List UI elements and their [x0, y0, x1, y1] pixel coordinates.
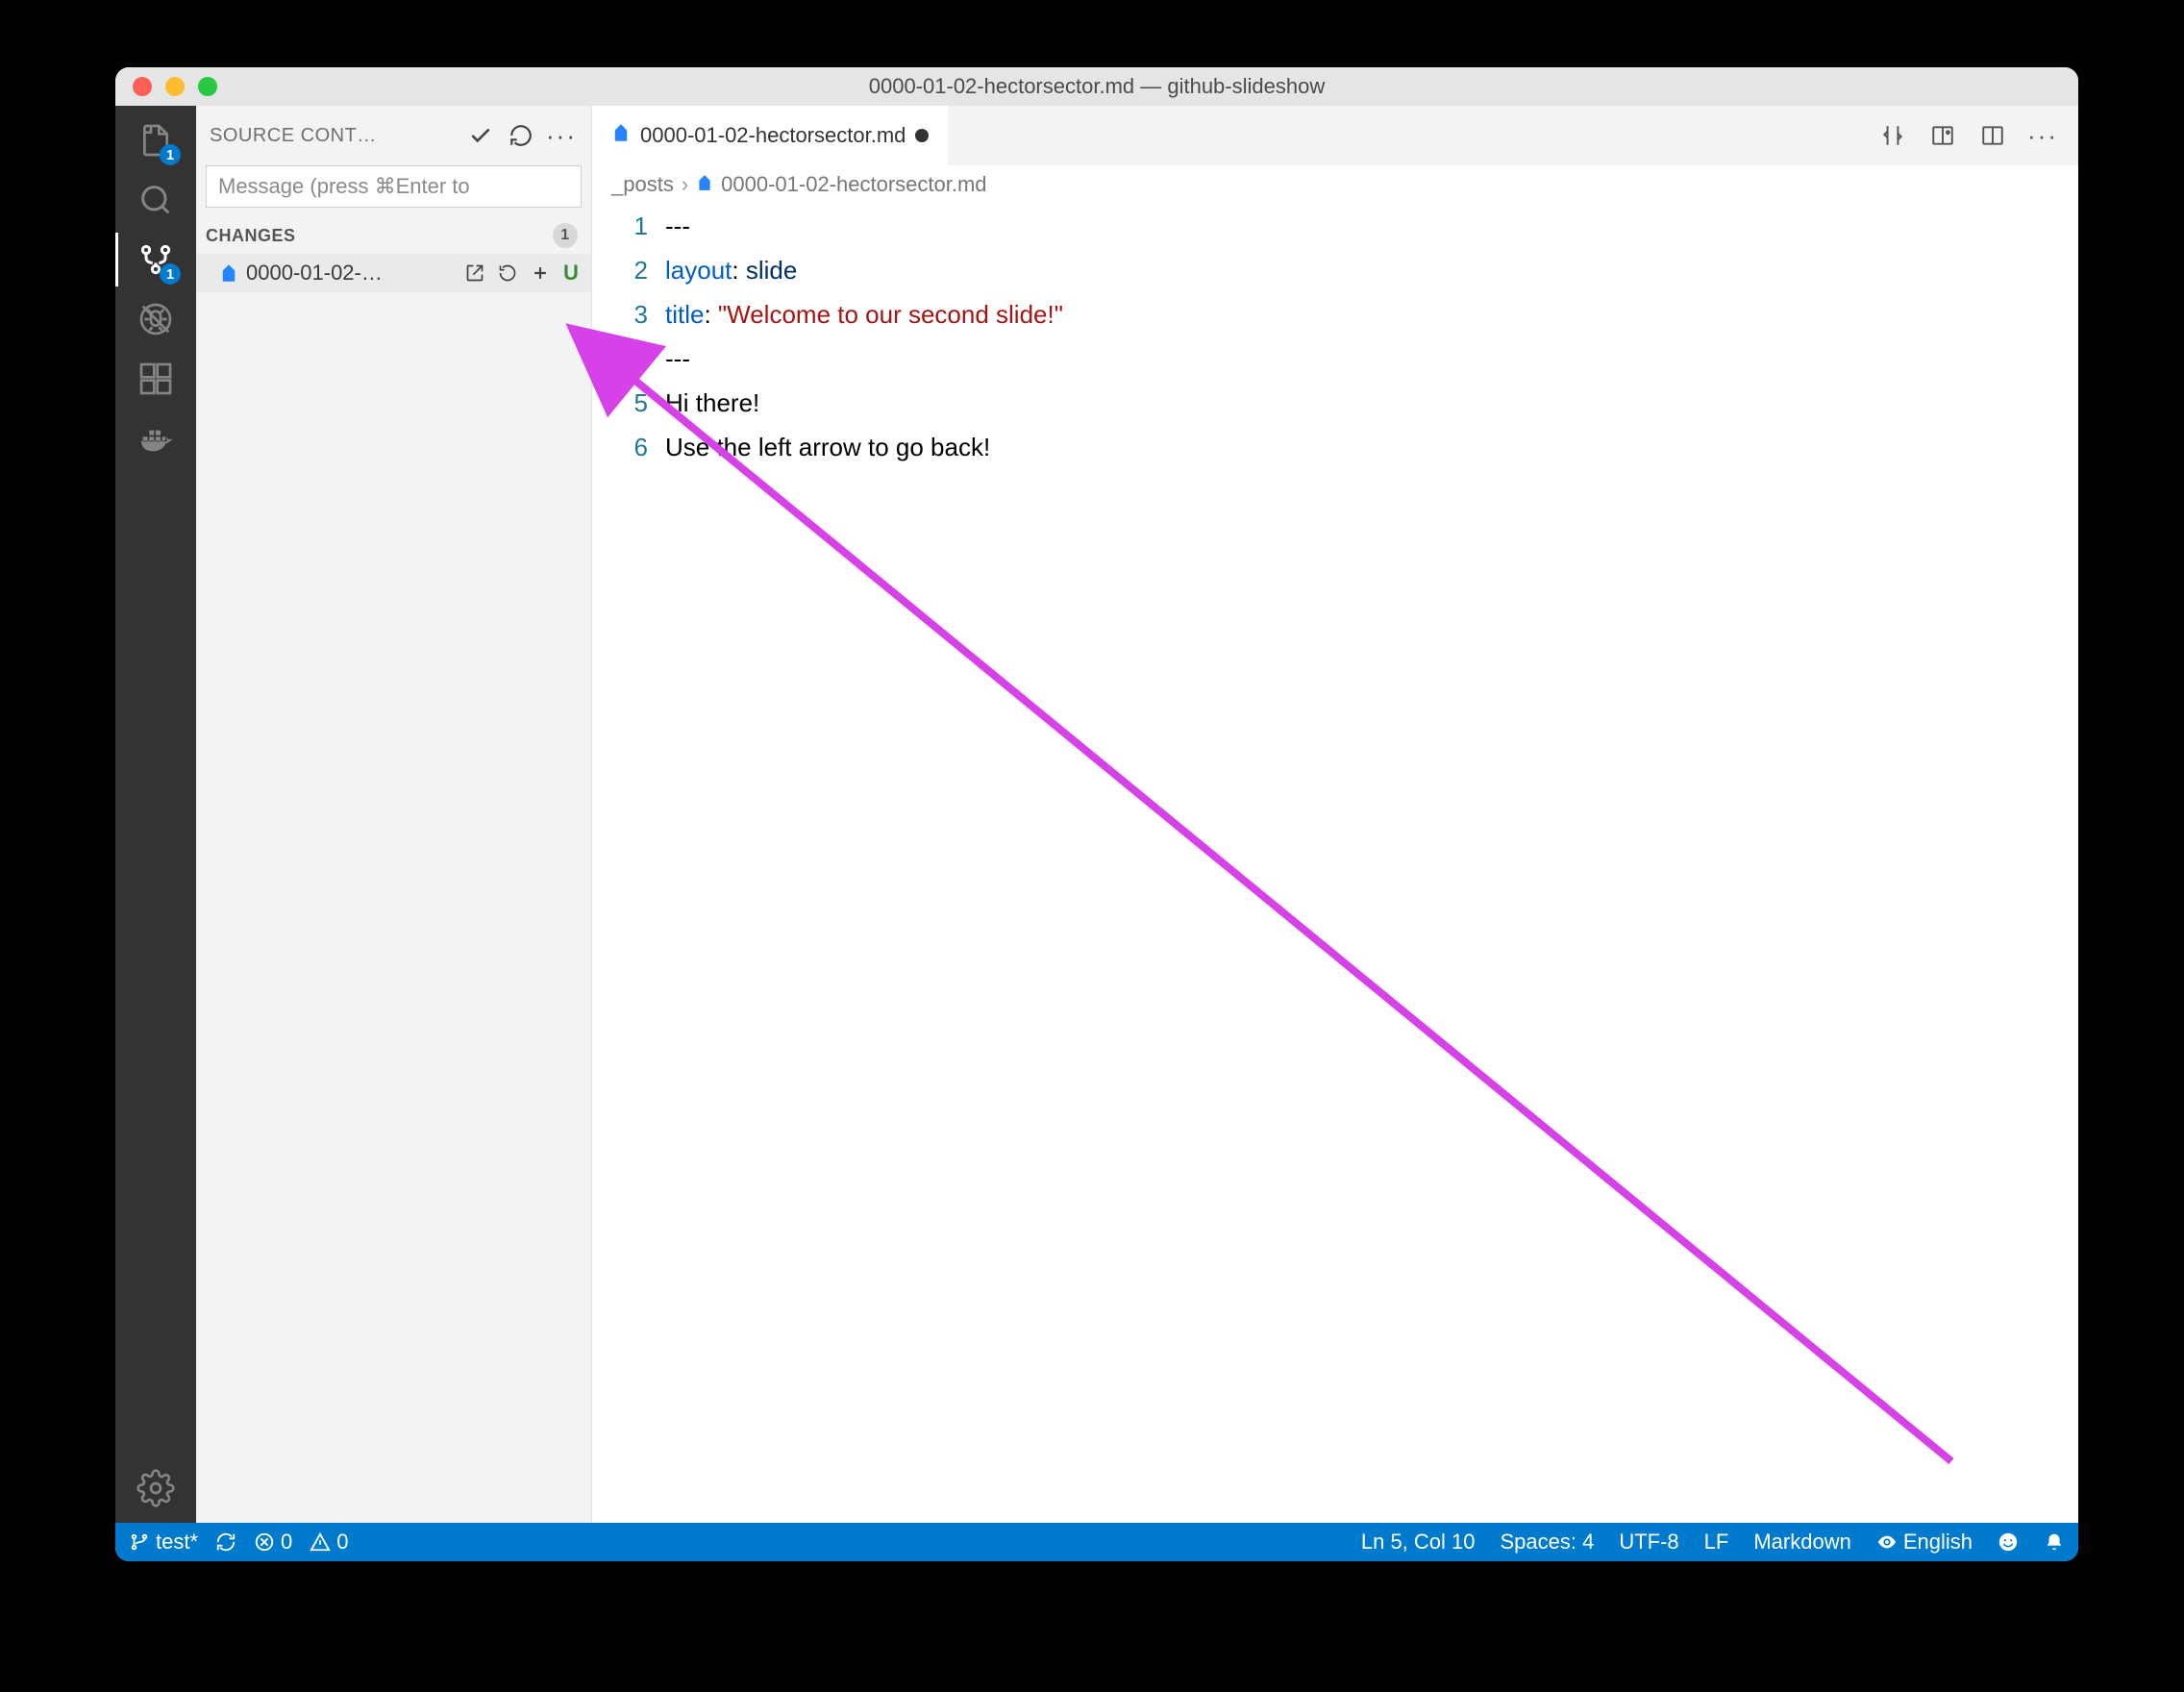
- activity-bar: 1 1: [115, 106, 196, 1523]
- titlebar: 0000-01-02-hectorsector.md — github-slid…: [115, 67, 2078, 106]
- branch-status[interactable]: test*: [129, 1530, 198, 1555]
- commit-message-input[interactable]: [206, 165, 582, 208]
- language-mode[interactable]: Markdown: [1753, 1530, 1850, 1555]
- maximize-window-button[interactable]: [198, 77, 217, 96]
- panel-title: SOURCE CONT…: [210, 125, 457, 147]
- markdown-file-icon: [219, 263, 238, 283]
- eol-status[interactable]: LF: [1704, 1530, 1729, 1555]
- traffic-lights: [133, 77, 217, 96]
- markdown-file-icon: [696, 172, 713, 197]
- editor-tab[interactable]: 0000-01-02-hectorsector.md: [592, 106, 948, 165]
- notifications-icon[interactable]: [2044, 1531, 2065, 1553]
- vscode-window: 0000-01-02-hectorsector.md — github-slid…: [115, 67, 2078, 1561]
- explorer-icon[interactable]: 1: [135, 119, 177, 162]
- discard-changes-button[interactable]: [495, 261, 520, 286]
- source-control-panel: SOURCE CONT… ··· CHANGES 1 0000-01-02-: [196, 106, 592, 1523]
- markdown-file-icon: [611, 123, 631, 148]
- breadcrumb-file[interactable]: 0000-01-02-hectorsector.md: [721, 172, 986, 197]
- explorer-badge: 1: [160, 144, 181, 165]
- indentation-status[interactable]: Spaces: 4: [1501, 1530, 1595, 1555]
- compare-changes-icon[interactable]: [1878, 121, 1907, 150]
- encoding-status[interactable]: UTF-8: [1619, 1530, 1678, 1555]
- file-name: 0000-01-02-…: [246, 261, 455, 286]
- line-number-gutter: 1 2 3 4 5 6: [592, 204, 665, 1523]
- status-bar: test* 0 0 Ln 5, Col 10 Spaces: 4 UTF-8: [115, 1523, 2078, 1561]
- settings-gear-icon[interactable]: [135, 1467, 177, 1509]
- warnings-status[interactable]: 0: [310, 1530, 348, 1555]
- changes-label: CHANGES: [206, 226, 296, 246]
- spellcheck-status[interactable]: English: [1876, 1530, 1973, 1555]
- minimize-window-button[interactable]: [165, 77, 185, 96]
- more-actions-button[interactable]: ···: [545, 119, 578, 152]
- editor-more-icon[interactable]: ···: [2028, 121, 2057, 150]
- commit-message-field[interactable]: [206, 165, 582, 208]
- sync-button[interactable]: [215, 1531, 236, 1553]
- feedback-icon[interactable]: [1998, 1531, 2019, 1553]
- errors-status[interactable]: 0: [254, 1530, 292, 1555]
- code-editor[interactable]: 1 2 3 4 5 6 --- layout: slide title: "We…: [592, 204, 2078, 1523]
- search-icon[interactable]: [135, 179, 177, 221]
- debug-icon[interactable]: [135, 298, 177, 340]
- close-window-button[interactable]: [133, 77, 152, 96]
- tab-bar: 0000-01-02-hectorsector.md ···: [592, 106, 2078, 165]
- refresh-button[interactable]: [505, 119, 537, 152]
- changes-section-header[interactable]: CHANGES 1: [196, 217, 591, 254]
- source-control-icon[interactable]: 1: [135, 238, 177, 281]
- stage-changes-button[interactable]: [528, 261, 553, 286]
- tab-label: 0000-01-02-hectorsector.md: [640, 123, 906, 148]
- commit-check-button[interactable]: [464, 119, 497, 152]
- breadcrumb-folder[interactable]: _posts: [611, 172, 674, 197]
- changed-file-row[interactable]: 0000-01-02-… U: [196, 254, 591, 292]
- docker-icon[interactable]: [135, 417, 177, 460]
- editor-area: 0000-01-02-hectorsector.md ··· _posts › …: [592, 106, 2078, 1523]
- split-editor-icon[interactable]: [1978, 121, 2007, 150]
- cursor-position[interactable]: Ln 5, Col 10: [1361, 1530, 1476, 1555]
- unsaved-indicator-icon: [915, 129, 929, 142]
- open-preview-icon[interactable]: [1928, 121, 1957, 150]
- window-title: 0000-01-02-hectorsector.md — github-slid…: [115, 74, 2078, 99]
- scm-badge: 1: [160, 263, 181, 285]
- chevron-right-icon: ›: [682, 172, 688, 197]
- panel-header: SOURCE CONT… ···: [196, 106, 591, 165]
- breadcrumb[interactable]: _posts › 0000-01-02-hectorsector.md: [592, 165, 2078, 204]
- changes-count-badge: 1: [553, 223, 578, 248]
- code-content[interactable]: --- layout: slide title: "Welcome to our…: [665, 204, 2078, 1523]
- file-status-untracked: U: [560, 261, 582, 286]
- open-file-button[interactable]: [462, 261, 487, 286]
- extensions-icon[interactable]: [135, 358, 177, 400]
